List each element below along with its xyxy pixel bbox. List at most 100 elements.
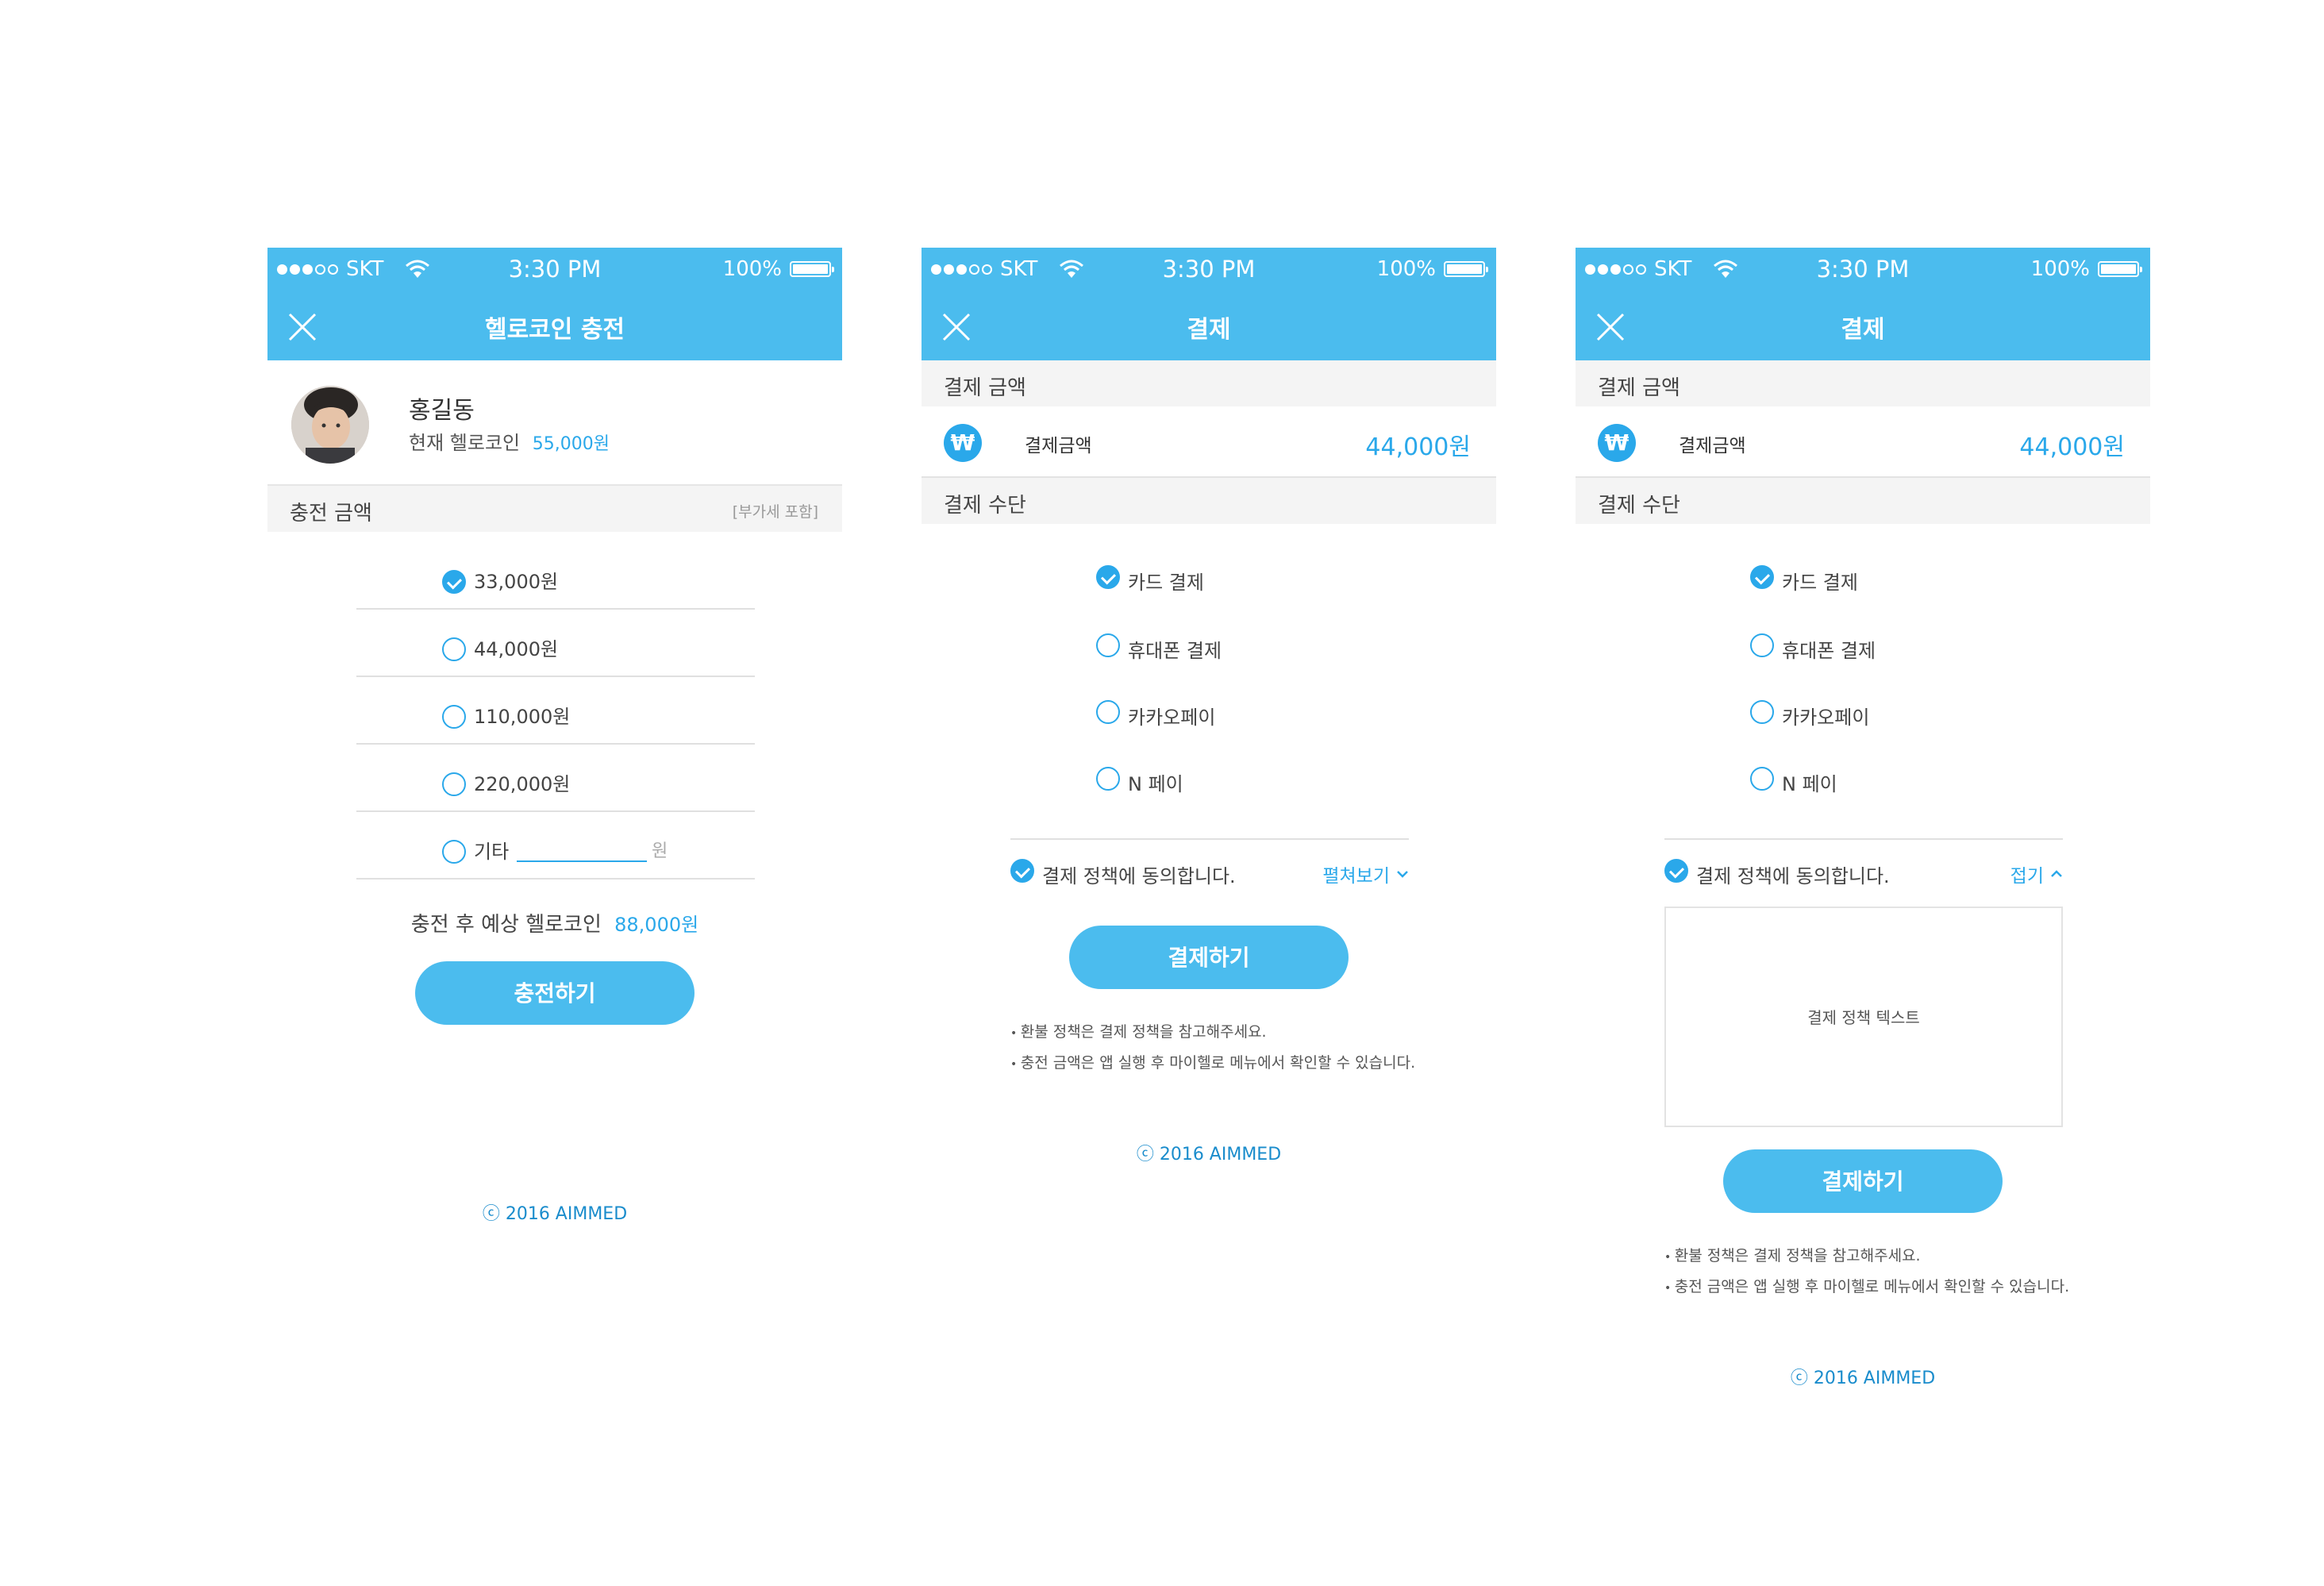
battery-percent: 100% [2030, 257, 2090, 281]
current-coin: 현재 헬로코인 55,000원 [409, 427, 610, 455]
note-refund: 환불 정책은 결제 정책을 참고해주세요. [1010, 1018, 1415, 1049]
payment-amount-header: 결제 금액 [922, 360, 1496, 406]
method-label: 카카오페이 [1128, 706, 1216, 729]
payment-method-header: 결제 수단 [922, 478, 1496, 524]
won-icon: ₩ [1598, 424, 1636, 462]
battery-icon [790, 261, 834, 277]
nav-bar: 결제 [1576, 292, 2150, 360]
amount-options: 33,000원 44,000원 110,000원 220,000원 기타 원 [356, 532, 755, 880]
battery-icon [1444, 261, 1488, 277]
collapse-toggle[interactable]: 접기 [2010, 860, 2063, 887]
amount-option-44000[interactable]: 44,000원 [356, 610, 755, 677]
charge-button[interactable]: 충전하기 [415, 961, 695, 1025]
radio-icon[interactable] [442, 772, 466, 796]
method-label: N 페이 [1782, 773, 1837, 795]
user-name: 홍길동 [409, 397, 475, 425]
agree-label: 결제 정책에 동의합니다. [1696, 865, 1890, 887]
chevron-up-icon [2051, 870, 2062, 877]
option-label: 110,000원 [474, 706, 571, 728]
section-label: 결제 금액 [944, 376, 1026, 400]
copyright: ⓒ 2016 AIMMED [1790, 1369, 1936, 1388]
radio-icon[interactable] [442, 705, 466, 729]
radio-icon[interactable] [442, 637, 466, 661]
current-coin-value: 55,000원 [532, 434, 610, 454]
section-label: 충전 금액 [290, 502, 372, 525]
check-icon[interactable] [1096, 565, 1120, 589]
check-icon[interactable] [1750, 565, 1774, 589]
option-label: 33,000원 [474, 571, 559, 593]
screen-coin-charge: SKT 3:30 PM 100% 헬로코인 충전 홍길동 현재 헬로코인 55,… [267, 248, 842, 1225]
amount-label: 결제금액 [1679, 436, 1746, 456]
amount-option-33000[interactable]: 33,000원 [356, 532, 755, 610]
page-title: 결제 [1187, 316, 1231, 344]
policy-text-box[interactable]: 결제 정책 텍스트 [1664, 907, 2063, 1127]
payment-amount-header: 결제 금액 [1576, 360, 2150, 406]
expected-value: 88,000원 [614, 914, 699, 936]
agree-label: 결제 정책에 동의합니다. [1042, 865, 1236, 887]
amount-option-other[interactable]: 기타 원 [356, 812, 755, 880]
status-bar: SKT 3:30 PM 100% [1576, 248, 2150, 292]
vat-note: [부가세 포함] [732, 503, 818, 521]
screen-payment-collapsed: SKT 3:30 PM 100% 결제 결제 금액 ₩ 결제금액 44,000원… [922, 248, 1496, 1364]
battery-percent: 100% [722, 257, 782, 281]
check-icon[interactable] [442, 570, 466, 594]
payment-notes: 환불 정책은 결제 정책을 참고해주세요. 충전 금액은 앱 실행 후 마이헬로… [1010, 1018, 1415, 1080]
current-coin-label: 현재 헬로코인 [409, 432, 521, 454]
option-label: 44,000원 [474, 638, 559, 660]
section-label: 결제 수단 [944, 494, 1026, 518]
note-refund: 환불 정책은 결제 정책을 참고해주세요. [1664, 1241, 2069, 1272]
other-amount-input[interactable] [517, 860, 647, 862]
check-icon[interactable] [1664, 859, 1688, 883]
battery-percent: 100% [1376, 257, 1436, 281]
payment-notes: 환불 정책은 결제 정책을 참고해주세요. 충전 금액은 앱 실행 후 마이헬로… [1664, 1241, 2069, 1303]
avatar [291, 386, 369, 464]
note-charge: 충전 금액은 앱 실행 후 마이헬로 메뉴에서 확인할 수 있습니다. [1010, 1049, 1415, 1080]
amount-value: 44,000원 [2019, 433, 2125, 461]
method-label: 카카오페이 [1782, 706, 1870, 729]
status-bar: SKT 3:30 PM 100% [267, 248, 842, 292]
page-title: 결제 [1841, 316, 1885, 344]
collapse-label: 접기 [2010, 866, 2044, 887]
expected-label: 충전 후 예상 헬로코인 [410, 913, 602, 937]
method-label: 카드 결제 [1782, 572, 1858, 594]
charge-amount-header: 충전 금액 [부가세 포함] [267, 486, 842, 532]
agree-row[interactable]: 결제 정책에 동의합니다. 펼쳐보기 [1010, 859, 1409, 891]
payment-amount-row: ₩ 결제금액 44,000원 [922, 406, 1496, 478]
method-label: 카드 결제 [1128, 572, 1204, 594]
radio-icon[interactable] [1750, 700, 1774, 724]
payment-method-header: 결제 수단 [1576, 478, 2150, 524]
amount-label: 결제금액 [1025, 436, 1092, 456]
radio-icon[interactable] [1750, 633, 1774, 657]
chevron-down-icon [1397, 871, 1408, 878]
nav-bar: 결제 [922, 292, 1496, 360]
policy-text: 결제 정책 텍스트 [1807, 1008, 1920, 1027]
agree-row[interactable]: 결제 정책에 동의합니다. 접기 [1664, 859, 2063, 891]
status-bar: SKT 3:30 PM 100% [922, 248, 1496, 292]
page-title: 헬로코인 충전 [484, 316, 625, 344]
nav-bar: 헬로코인 충전 [267, 292, 842, 360]
radio-icon[interactable] [1096, 767, 1120, 791]
amount-option-220000[interactable]: 220,000원 [356, 745, 755, 812]
expected-coin: 충전 후 예상 헬로코인 88,000원 [267, 908, 842, 937]
note-charge: 충전 금액은 앱 실행 후 마이헬로 메뉴에서 확인할 수 있습니다. [1664, 1272, 2069, 1303]
amount-value: 44,000원 [1365, 433, 1471, 461]
method-label: N 페이 [1128, 773, 1183, 795]
method-label: 휴대폰 결제 [1782, 640, 1876, 662]
section-label: 결제 수단 [1598, 494, 1680, 518]
won-icon: ₩ [944, 424, 982, 462]
pay-button[interactable]: 결제하기 [1723, 1149, 2003, 1213]
battery-icon [2098, 261, 2142, 277]
amount-option-110000[interactable]: 110,000원 [356, 677, 755, 745]
radio-icon[interactable] [1750, 767, 1774, 791]
screen-payment-expanded: SKT 3:30 PM 100% 결제 결제 금액 ₩ 결제금액 44,000원… [1576, 248, 2150, 1586]
profile-card: 홍길동 현재 헬로코인 55,000원 [267, 360, 842, 486]
expand-toggle[interactable]: 펼쳐보기 [1322, 860, 1409, 887]
radio-icon[interactable] [442, 840, 466, 864]
check-icon[interactable] [1010, 859, 1034, 883]
copyright: ⓒ 2016 AIMMED [482, 1204, 628, 1224]
section-label: 결제 금액 [1598, 376, 1680, 400]
pay-button[interactable]: 결제하기 [1069, 926, 1349, 989]
radio-icon[interactable] [1096, 700, 1120, 724]
radio-icon[interactable] [1096, 633, 1120, 657]
method-label: 휴대폰 결제 [1128, 640, 1222, 662]
